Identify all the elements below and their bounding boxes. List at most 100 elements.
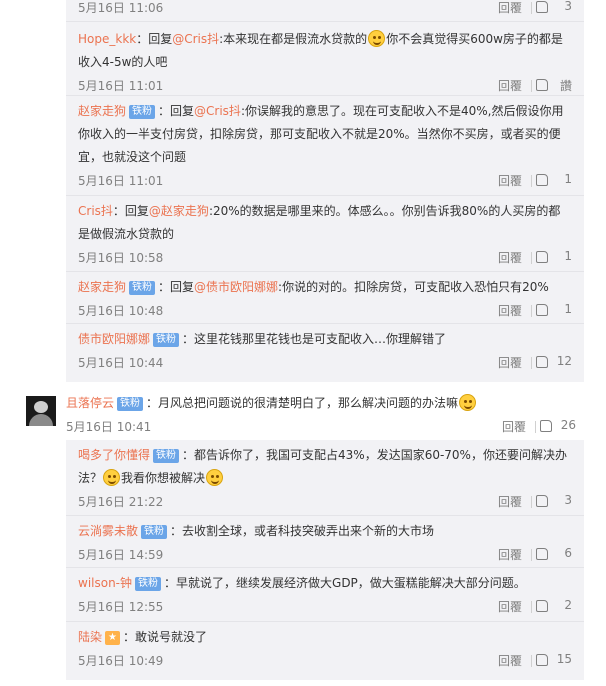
divider	[531, 175, 532, 187]
thumbs-up-icon[interactable]	[536, 304, 548, 316]
reply-time: 5月16日 21:22	[78, 495, 164, 509]
reply-body: ：敢说号就没了	[122, 630, 207, 644]
thumbs-up-icon[interactable]	[540, 420, 552, 432]
reply-button[interactable]: 回覆	[498, 302, 522, 319]
username-link[interactable]: 且落停云	[66, 396, 114, 410]
thumbs-up-icon[interactable]	[536, 495, 548, 507]
fan-badge: 铁粉	[153, 333, 180, 347]
thumbs-up-icon[interactable]	[536, 654, 548, 666]
reply-body-continued: 我看你想被解决	[121, 471, 206, 485]
mention-link[interactable]: @债市欧阳娜娜	[194, 280, 278, 294]
divider	[531, 496, 532, 508]
thumbs-up-icon[interactable]	[536, 356, 548, 368]
cat-face-emoji-icon	[206, 469, 224, 486]
reply-meta: 5月16日 10:48 回覆 1	[66, 299, 584, 323]
thumbs-up-icon[interactable]	[536, 251, 548, 263]
username-link[interactable]: 赵家走狗	[78, 280, 126, 294]
like-count: 15	[556, 652, 572, 666]
reply-item: 5月16日 11:06 回覆 3	[66, 0, 584, 22]
divider	[531, 655, 532, 667]
fan-badge: 铁粉	[129, 105, 156, 119]
reply-time: 5月16日 11:06	[78, 1, 164, 15]
username-link[interactable]: 喝多了你懂得	[78, 448, 150, 462]
reply-time: 5月16日 11:01	[78, 79, 164, 93]
like-count: 12	[556, 354, 572, 368]
reply-text: Cris抖：回复@赵家走狗:20%的数据是哪里来的。体感么。。你别告诉我80%的…	[78, 204, 561, 241]
reply-button[interactable]: 回覆	[498, 598, 522, 615]
reply-item: 喝多了你懂得 铁粉 ：都告诉你了，我国可支配占43%，发达国家60-70%，你还要问…	[66, 440, 584, 516]
reply-meta: 5月16日 21:22 回覆 3	[66, 490, 584, 514]
reply-time: 5月16日 12:55	[78, 600, 164, 614]
username-link[interactable]: Hope_kkk	[78, 32, 136, 46]
reply-item: 赵家走狗 铁粉 ：回复@Cris抖:你误解我的意思了。现在可支配收入不是40%,然后…	[66, 96, 584, 196]
smile-emoji-icon	[459, 394, 477, 411]
comment-body: ：月风总把问题说的很清楚明白了，那么解决问题的办法嘛	[146, 396, 459, 410]
reply-time: 5月16日 10:58	[78, 251, 164, 265]
reply-body: :你说的对的。扣除房贷，可支配收入恐怕只有20%	[278, 280, 549, 294]
vip-badge-icon: ★	[105, 631, 120, 645]
sub-reply-thread-bottom: 喝多了你懂得 铁粉 ：都告诉你了，我国可支配占43%，发达国家60-70%，你还要问…	[66, 440, 584, 680]
reply-time: 5月16日 10:48	[78, 304, 164, 318]
thumbs-up-icon[interactable]	[536, 1, 548, 13]
reply-text: Hope_kkk：回复@Cris抖:本来现在都是假流水贷款的 你不会真觉得买600…	[78, 30, 563, 69]
username-link[interactable]: 云淌雾未散	[78, 524, 138, 538]
sub-reply-thread-top: 5月16日 11:06 回覆 3 Hope_kkk：回复@Cris抖:本来现在都…	[66, 0, 584, 382]
reply-button[interactable]: 回覆	[498, 652, 522, 669]
fan-badge: 铁粉	[117, 397, 144, 411]
reply-meta: 5月16日 10:44 回覆 12	[66, 351, 584, 375]
username-link[interactable]: wilson-钟	[78, 576, 132, 590]
reply-button[interactable]: 回覆	[498, 77, 522, 94]
fan-badge: 铁粉	[135, 577, 162, 591]
reply-text: 喝多了你懂得 铁粉 ：都告诉你了，我国可支配占43%，发达国家60-70%，你还要问…	[66, 444, 584, 490]
reply-button[interactable]: 回覆	[498, 546, 522, 563]
reply-button[interactable]: 回覆	[498, 0, 522, 16]
like-count: 6	[564, 546, 572, 560]
username-link[interactable]: 债市欧阳娜娜	[78, 332, 150, 346]
reply-button[interactable]: 回覆	[498, 172, 522, 189]
like-count: 3	[564, 493, 572, 507]
like-count: 1	[564, 249, 572, 263]
mention-link[interactable]: @Cris抖	[172, 32, 219, 46]
avatar[interactable]	[26, 396, 56, 426]
reply-item: 赵家走狗 铁粉 ：回复@债市欧阳娜娜:你说的对的。扣除房贷，可支配收入恐怕只有20%…	[66, 272, 584, 324]
reply-time: 5月16日 14:59	[78, 548, 164, 562]
fan-badge: 铁粉	[153, 449, 180, 463]
divider	[531, 80, 532, 92]
reply-body: :本来现在都是假流水贷款的	[219, 32, 368, 46]
reply-item: wilson-钟 铁粉 ：早就说了，继续发展经济做大GDP，做大蛋糕能解决大部分问题…	[66, 568, 584, 622]
reply-body: ：这里花钱那里花钱也是可支配收入…你理解错了	[182, 332, 447, 346]
reply-button[interactable]: 回覆	[498, 354, 522, 371]
reply-item: Cris抖：回复@赵家走狗:20%的数据是哪里来的。体感么。。你别告诉我80%的…	[66, 196, 584, 272]
reply-text: 赵家走狗 铁粉 ：回复@债市欧阳娜娜:你说的对的。扣除房贷，可支配收入恐怕只有20%	[78, 280, 549, 295]
mention-link[interactable]: @赵家走狗	[149, 204, 209, 218]
cat-face-emoji-icon	[103, 469, 121, 486]
reply-time: 5月16日 10:49	[78, 654, 164, 668]
fan-badge: 铁粉	[141, 525, 168, 539]
reply-text: wilson-钟 铁粉 ：早就说了，继续发展经济做大GDP，做大蛋糕能解决大部分问题…	[66, 572, 584, 595]
divider	[531, 2, 532, 14]
like-count: 1	[564, 302, 572, 316]
thumbs-up-icon[interactable]	[536, 174, 548, 186]
username-link[interactable]: 赵家走狗	[78, 104, 126, 118]
reply-meta: 5月16日 10:58 回覆 1	[66, 246, 584, 270]
fan-badge: 铁粉	[129, 281, 156, 295]
reply-body: ：去收割全球，或者科技突破弄出来个新的大市场	[170, 524, 435, 538]
reply-item: 债市欧阳娜娜 铁粉 ：这里花钱那里花钱也是可支配收入…你理解错了 5月16日 10:…	[66, 324, 584, 382]
main-comment: 且落停云 铁粉 ：月风总把问题说的很清楚明白了，那么解决问题的办法嘛 5月16日 1…	[18, 390, 588, 438]
thumbs-up-icon[interactable]	[536, 548, 548, 560]
thumbs-up-icon[interactable]	[536, 600, 548, 612]
reply-time: 5月16日 11:01	[78, 174, 164, 188]
username-link[interactable]: Cris抖	[78, 204, 113, 218]
reply-button[interactable]: 回覆	[502, 418, 526, 435]
mention-link[interactable]: @Cris抖	[194, 104, 241, 118]
comment-meta: 5月16日 10:41 回覆 26	[54, 415, 588, 439]
username-link[interactable]: 陆染	[78, 630, 102, 644]
reply-meta: 5月16日 11:06 回覆 3	[66, 0, 584, 20]
reply-meta: 5月16日 10:49 回覆 15	[66, 649, 584, 673]
divider	[531, 549, 532, 561]
reply-button[interactable]: 回覆	[498, 249, 522, 266]
thumbs-up-icon[interactable]	[536, 79, 548, 91]
reply-button[interactable]: 回覆	[498, 493, 522, 510]
reply-item: 云淌雾未散 铁粉 ：去收割全球，或者科技突破弄出来个新的大市场 5月16日 14:5…	[66, 516, 584, 568]
reply-item: Hope_kkk：回复@Cris抖:本来现在都是假流水贷款的 你不会真觉得买600…	[66, 22, 584, 96]
